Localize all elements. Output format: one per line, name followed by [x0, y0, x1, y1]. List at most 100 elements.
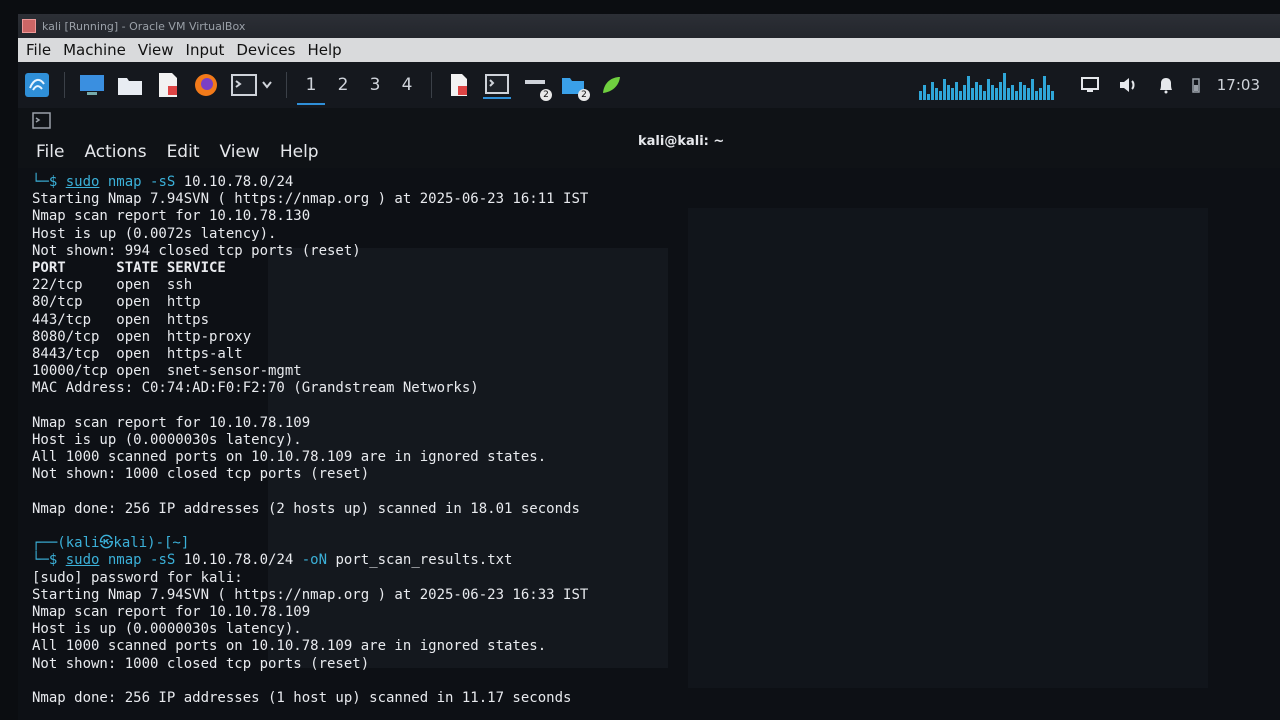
- terminal-window-icon[interactable]: [32, 112, 52, 130]
- vm-window-title: kali [Running] - Oracle VM VirtualBox: [42, 19, 246, 33]
- vm-menu-input[interactable]: Input: [186, 41, 225, 59]
- firefox-icon[interactable]: [192, 72, 220, 98]
- panel-separator: [64, 72, 65, 98]
- output-text: Starting Nmap 7.94SVN ( https://nmap.org…: [32, 191, 589, 208]
- vm-menu-file[interactable]: File: [26, 41, 51, 59]
- terminal-line: Nmap scan report for 10.10.78.109: [32, 415, 588, 432]
- task-group-icon[interactable]: 2: [521, 72, 552, 101]
- terminal-line: Starting Nmap 7.94SVN ( https://nmap.org…: [32, 191, 588, 208]
- cpu-bar: [1022, 85, 1026, 100]
- cpu-bar: [934, 88, 938, 100]
- workspace-2[interactable]: 2: [327, 75, 359, 95]
- cpu-bar: [1018, 82, 1022, 100]
- cpu-bar: [990, 85, 994, 100]
- cpu-bar: [1050, 91, 1054, 100]
- terminal-line: ┌──(kali㉿kali)-[~]: [32, 535, 588, 552]
- terminal-line: 443/tcp open https: [32, 312, 588, 329]
- output-text: Nmap scan report for 10.10.78.109: [32, 414, 311, 431]
- cpu-bar: [966, 76, 970, 100]
- cpu-bar: [974, 82, 978, 100]
- cpu-bar: [1034, 91, 1038, 100]
- terminal-title: kali@kali: ~: [638, 134, 725, 149]
- task-terminal-icon[interactable]: [483, 71, 511, 99]
- prompt-arrow: └─$: [32, 552, 66, 569]
- output-text: Nmap done: 256 IP addresses (2 hosts up)…: [32, 500, 580, 517]
- vm-menu-help[interactable]: Help: [307, 41, 341, 59]
- command-sudo: sudo: [65, 174, 100, 190]
- workspace-4[interactable]: 4: [391, 75, 423, 95]
- output-text: [sudo] password for kali:: [32, 569, 243, 586]
- cpu-bar: [998, 82, 1002, 100]
- task-leaf-icon[interactable]: [597, 72, 625, 98]
- terminal-line: Nmap done: 256 IP addresses (2 hosts up)…: [32, 501, 588, 518]
- prompt-arrow: └─$: [32, 174, 66, 190]
- output-text: 10000/tcp open snet-sensor-mgmt: [32, 363, 302, 380]
- virtualbox-icon: [22, 19, 36, 33]
- output-text: MAC Address: C0:74:AD:F0:F2:70 (Grandstr…: [32, 380, 479, 397]
- terminal-menu-file[interactable]: File: [36, 142, 64, 162]
- terminal-output[interactable]: └─$ sudo nmap -sS 10.10.78.0/24 Starting …: [18, 168, 1280, 720]
- volume-icon[interactable]: [1114, 72, 1142, 98]
- task-text-editor-icon[interactable]: [445, 72, 473, 98]
- vm-menu-machine[interactable]: Machine: [63, 41, 126, 59]
- panel-separator: [431, 72, 432, 98]
- vm-menu-view[interactable]: View: [138, 41, 174, 59]
- cpu-bar: [986, 79, 990, 100]
- terminal-header: [18, 108, 1280, 136]
- cpu-bar: [982, 91, 986, 100]
- terminal-menu-actions[interactable]: Actions: [84, 142, 146, 162]
- background-window-ghost: [688, 208, 1208, 688]
- terminal-menu-view[interactable]: View: [219, 142, 259, 162]
- cpu-bar: [930, 82, 934, 100]
- notification-bell-icon[interactable]: [1152, 72, 1180, 98]
- output-text: Nmap scan report for 10.10.78.130: [32, 208, 311, 225]
- desktop-icon[interactable]: [78, 72, 106, 98]
- command-args: port_scan_results.txt: [327, 552, 513, 569]
- terminal-line: 10000/tcp open snet-sensor-mgmt: [32, 363, 588, 380]
- text-editor-icon[interactable]: [154, 72, 182, 98]
- cpu-bar: [1030, 79, 1034, 100]
- terminal-line: [sudo] password for kali:: [32, 570, 588, 587]
- vm-menubar: File Machine View Input Devices Help: [18, 38, 1280, 62]
- cpu-bar: [1038, 88, 1042, 100]
- task-folder-icon[interactable]: 2: [559, 72, 590, 101]
- workspace-3[interactable]: 3: [359, 75, 391, 95]
- output-text: Starting Nmap 7.94SVN ( https://nmap.org…: [32, 586, 589, 603]
- cpu-bar: [1002, 73, 1006, 100]
- file-manager-icon[interactable]: [116, 72, 144, 98]
- vm-window-titlebar[interactable]: kali [Running] - Oracle VM VirtualBox: [18, 14, 1280, 38]
- terminal-line: Nmap done: 256 IP addresses (1 host up) …: [32, 690, 588, 707]
- system-tray: 17:03: [918, 62, 1260, 108]
- task-count-badge: 2: [578, 89, 590, 101]
- terminal-line: All 1000 scanned ports on 10.10.78.109 a…: [32, 449, 588, 466]
- terminal-line: Nmap scan report for 10.10.78.109: [32, 604, 588, 621]
- cpu-bar: [1026, 88, 1030, 100]
- cpu-bar: [978, 85, 982, 100]
- kali-menu-icon[interactable]: [23, 72, 51, 98]
- terminal-line: Host is up (0.0000030s latency).: [32, 432, 588, 449]
- vm-menu-devices[interactable]: Devices: [236, 41, 295, 59]
- output-text: Host is up (0.0072s latency).: [32, 225, 277, 242]
- cpu-bar: [1010, 85, 1014, 100]
- cpu-usage-graph[interactable]: [918, 70, 1055, 100]
- command-name: nmap: [99, 174, 142, 190]
- terminal-line: All 1000 scanned ports on 10.10.78.109 a…: [32, 638, 588, 655]
- clock[interactable]: 17:03: [1217, 76, 1260, 94]
- shell-prompt: ┌──(kali㉿kali)-[~]: [32, 535, 190, 552]
- output-text: 8080/tcp open http-proxy: [32, 328, 252, 345]
- terminal-line: └─$ sudo nmap -sS 10.10.78.0/24 -oN port…: [32, 552, 588, 569]
- terminal-launcher-icon[interactable]: [230, 72, 258, 98]
- battery-icon[interactable]: [1190, 72, 1202, 98]
- command-flag: -sS: [141, 174, 176, 190]
- cpu-bar: [958, 91, 962, 100]
- workspace-1[interactable]: 1: [295, 75, 327, 105]
- display-icon[interactable]: [1076, 72, 1104, 98]
- terminal-menu-edit[interactable]: Edit: [167, 142, 200, 162]
- terminal-menu-help[interactable]: Help: [280, 142, 319, 162]
- chevron-down-icon[interactable]: [261, 72, 273, 98]
- command-flag: -sS: [141, 552, 176, 569]
- terminal-line: Nmap scan report for 10.10.78.130: [32, 208, 588, 225]
- cpu-bar: [1006, 88, 1010, 100]
